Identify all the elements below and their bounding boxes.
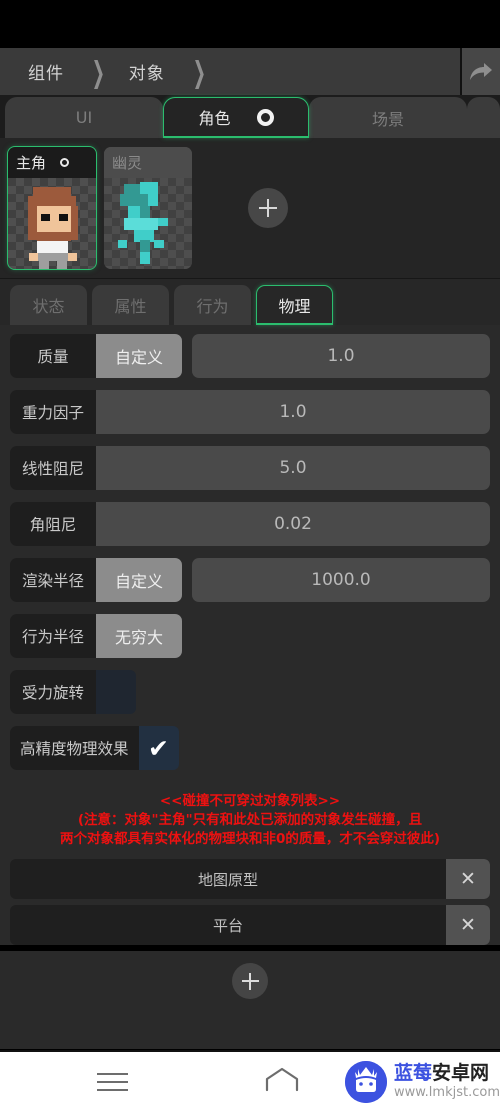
menu-button[interactable]: [0, 1067, 226, 1097]
share-button[interactable]: [460, 48, 500, 95]
property-mode-behavior-radius[interactable]: 无穷大: [96, 614, 182, 658]
property-value-angular-damping[interactable]: 0.02: [96, 502, 490, 546]
breadcrumb-separator-icon-2: ❯: [192, 54, 206, 89]
object-card-hero-label: 主角: [16, 154, 47, 172]
property-row-mass: 质量 自定义 1.0: [10, 334, 490, 378]
property-value-render-radius[interactable]: 1000.0: [192, 558, 490, 602]
collide-warning: <<碰撞不可穿过对象列表>> (注意：对象"主角"只有和此处已添加的对象发生碰撞…: [0, 786, 500, 859]
breadcrumb: 组件 ❯ 对象 ❯: [0, 48, 460, 95]
tab-physics[interactable]: 物理: [256, 285, 333, 325]
hamburger-menu-icon: [97, 1067, 129, 1097]
property-label-angular-damping: 角阻尼: [10, 502, 96, 546]
panel-filler: [0, 1015, 500, 1049]
collide-warning-note-line1: (注意：对象"主角"只有和此处已添加的对象发生碰撞，且: [77, 812, 423, 828]
app-root: 组件 ❯ 对象 ❯ UI 角色 场景 主角 幽灵 状态 属性 行为 物理 质量 …: [0, 0, 500, 1111]
ghost-sprite: [104, 178, 192, 269]
tab-state-label: 状态: [32, 297, 65, 316]
tab-role[interactable]: 角色: [163, 97, 309, 138]
tab-bar-filler: [467, 97, 500, 138]
property-mode-render-radius[interactable]: 自定义: [96, 558, 182, 602]
android-robot-icon: [344, 1060, 387, 1103]
collide-list-item[interactable]: 地图原型 ✕: [10, 859, 490, 899]
check-icon: ✔: [148, 733, 169, 763]
add-object-button[interactable]: [248, 188, 288, 228]
property-mode-mass[interactable]: 自定义: [96, 334, 182, 378]
breadcrumb-separator-icon: ❯: [91, 54, 106, 89]
add-collide-item-row: [0, 951, 500, 1015]
tab-attributes-label: 属性: [114, 297, 147, 316]
tab-behavior[interactable]: 行为: [174, 285, 251, 325]
collide-item-name: 平台: [10, 905, 446, 945]
property-value-gravity-factor[interactable]: 1.0: [96, 390, 490, 434]
collide-list-item[interactable]: 平台 ✕: [10, 905, 490, 945]
tab-attributes[interactable]: 属性: [92, 285, 169, 325]
status-bar: [0, 0, 500, 48]
watermark-text: 蓝莓安卓网 www.lmkjst.com: [393, 1062, 500, 1100]
watermark-name-part1: 蓝莓: [393, 1062, 432, 1084]
object-card-hero-name-row: 主角: [8, 147, 96, 178]
property-label-mass: 质量: [10, 334, 96, 378]
home-icon: [263, 1066, 301, 1098]
add-collide-item-button[interactable]: [232, 963, 268, 999]
tab-state[interactable]: 状态: [10, 285, 87, 325]
object-card-ghost-name-row: 幽灵: [104, 147, 192, 178]
remove-collide-item-button[interactable]: ✕: [446, 859, 490, 899]
tab-ui-label: UI: [75, 108, 93, 127]
breadcrumb-item-objects[interactable]: 对象: [129, 59, 165, 84]
property-tab-bar: 状态 属性 行为 物理: [0, 278, 500, 325]
property-list: 质量 自定义 1.0 重力因子 1.0 线性阻尼 5.0 角阻尼 0.02 渲染…: [0, 325, 500, 786]
property-label-render-radius: 渲染半径: [10, 558, 96, 602]
tab-scene-label: 场景: [371, 109, 404, 129]
object-card-hero[interactable]: 主角: [7, 146, 97, 270]
property-row-gravity-factor: 重力因子 1.0: [10, 390, 490, 434]
tab-ui[interactable]: UI: [5, 97, 163, 138]
property-row-render-radius: 渲染半径 自定义 1000.0: [10, 558, 490, 602]
ring-icon: [60, 158, 70, 167]
breadcrumb-bar: 组件 ❯ 对象 ❯: [0, 48, 500, 95]
checkbox-rotate-by-force[interactable]: [96, 670, 136, 714]
hero-sprite: [8, 178, 96, 269]
tab-role-label: 角色: [198, 109, 231, 128]
breadcrumb-item-components[interactable]: 组件: [28, 59, 64, 84]
property-row-behavior-radius: 行为半径 无穷大: [10, 614, 490, 658]
ring-icon: [256, 108, 274, 126]
watermark-url: www.lmkjst.com: [393, 1085, 500, 1100]
bottom-navigation-bar: 蓝莓安卓网 www.lmkjst.com: [0, 1050, 500, 1111]
property-row-rotate-by-force: 受力旋转: [10, 670, 490, 714]
collide-warning-note-line2: 两个对象都具有实体化的物理块和非0的质量，才不会穿过彼此): [59, 831, 441, 847]
property-label-linear-damping: 线性阻尼: [10, 446, 96, 490]
home-button[interactable]: [226, 1066, 339, 1098]
remove-collide-item-button[interactable]: ✕: [446, 905, 490, 945]
watermark-name-part2: 安卓网: [431, 1062, 489, 1084]
object-strip: 主角 幽灵: [0, 138, 500, 278]
property-label-rotate-by-force: 受力旋转: [10, 670, 96, 714]
property-label-behavior-radius: 行为半径: [10, 614, 96, 658]
property-value-mass[interactable]: 1.0: [192, 334, 490, 378]
top-tab-bar: UI 角色 场景: [0, 95, 500, 138]
watermark: 蓝莓安卓网 www.lmkjst.com: [339, 1060, 500, 1103]
property-label-gravity-factor: 重力因子: [10, 390, 96, 434]
checkbox-high-precision-physics[interactable]: ✔: [138, 726, 179, 770]
collide-list: 地图原型 ✕ 平台 ✕: [0, 859, 500, 945]
collide-warning-title: <<碰撞不可穿过对象列表>>: [159, 793, 341, 809]
property-row-linear-damping: 线性阻尼 5.0: [10, 446, 490, 490]
property-label-high-precision-physics: 高精度物理效果: [10, 726, 139, 770]
share-arrow-icon: [468, 62, 494, 82]
collide-item-name: 地图原型: [10, 859, 446, 899]
tab-physics-label: 物理: [278, 296, 311, 316]
object-card-ghost-label: 幽灵: [112, 154, 143, 172]
property-value-linear-damping[interactable]: 5.0: [96, 446, 490, 490]
tab-scene[interactable]: 场景: [309, 97, 467, 138]
tab-behavior-label: 行为: [196, 297, 229, 316]
property-row-high-precision-physics: 高精度物理效果 ✔: [10, 726, 490, 770]
property-row-angular-damping: 角阻尼 0.02: [10, 502, 490, 546]
watermark-name: 蓝莓安卓网: [394, 1062, 489, 1084]
object-card-ghost[interactable]: 幽灵: [104, 147, 192, 269]
